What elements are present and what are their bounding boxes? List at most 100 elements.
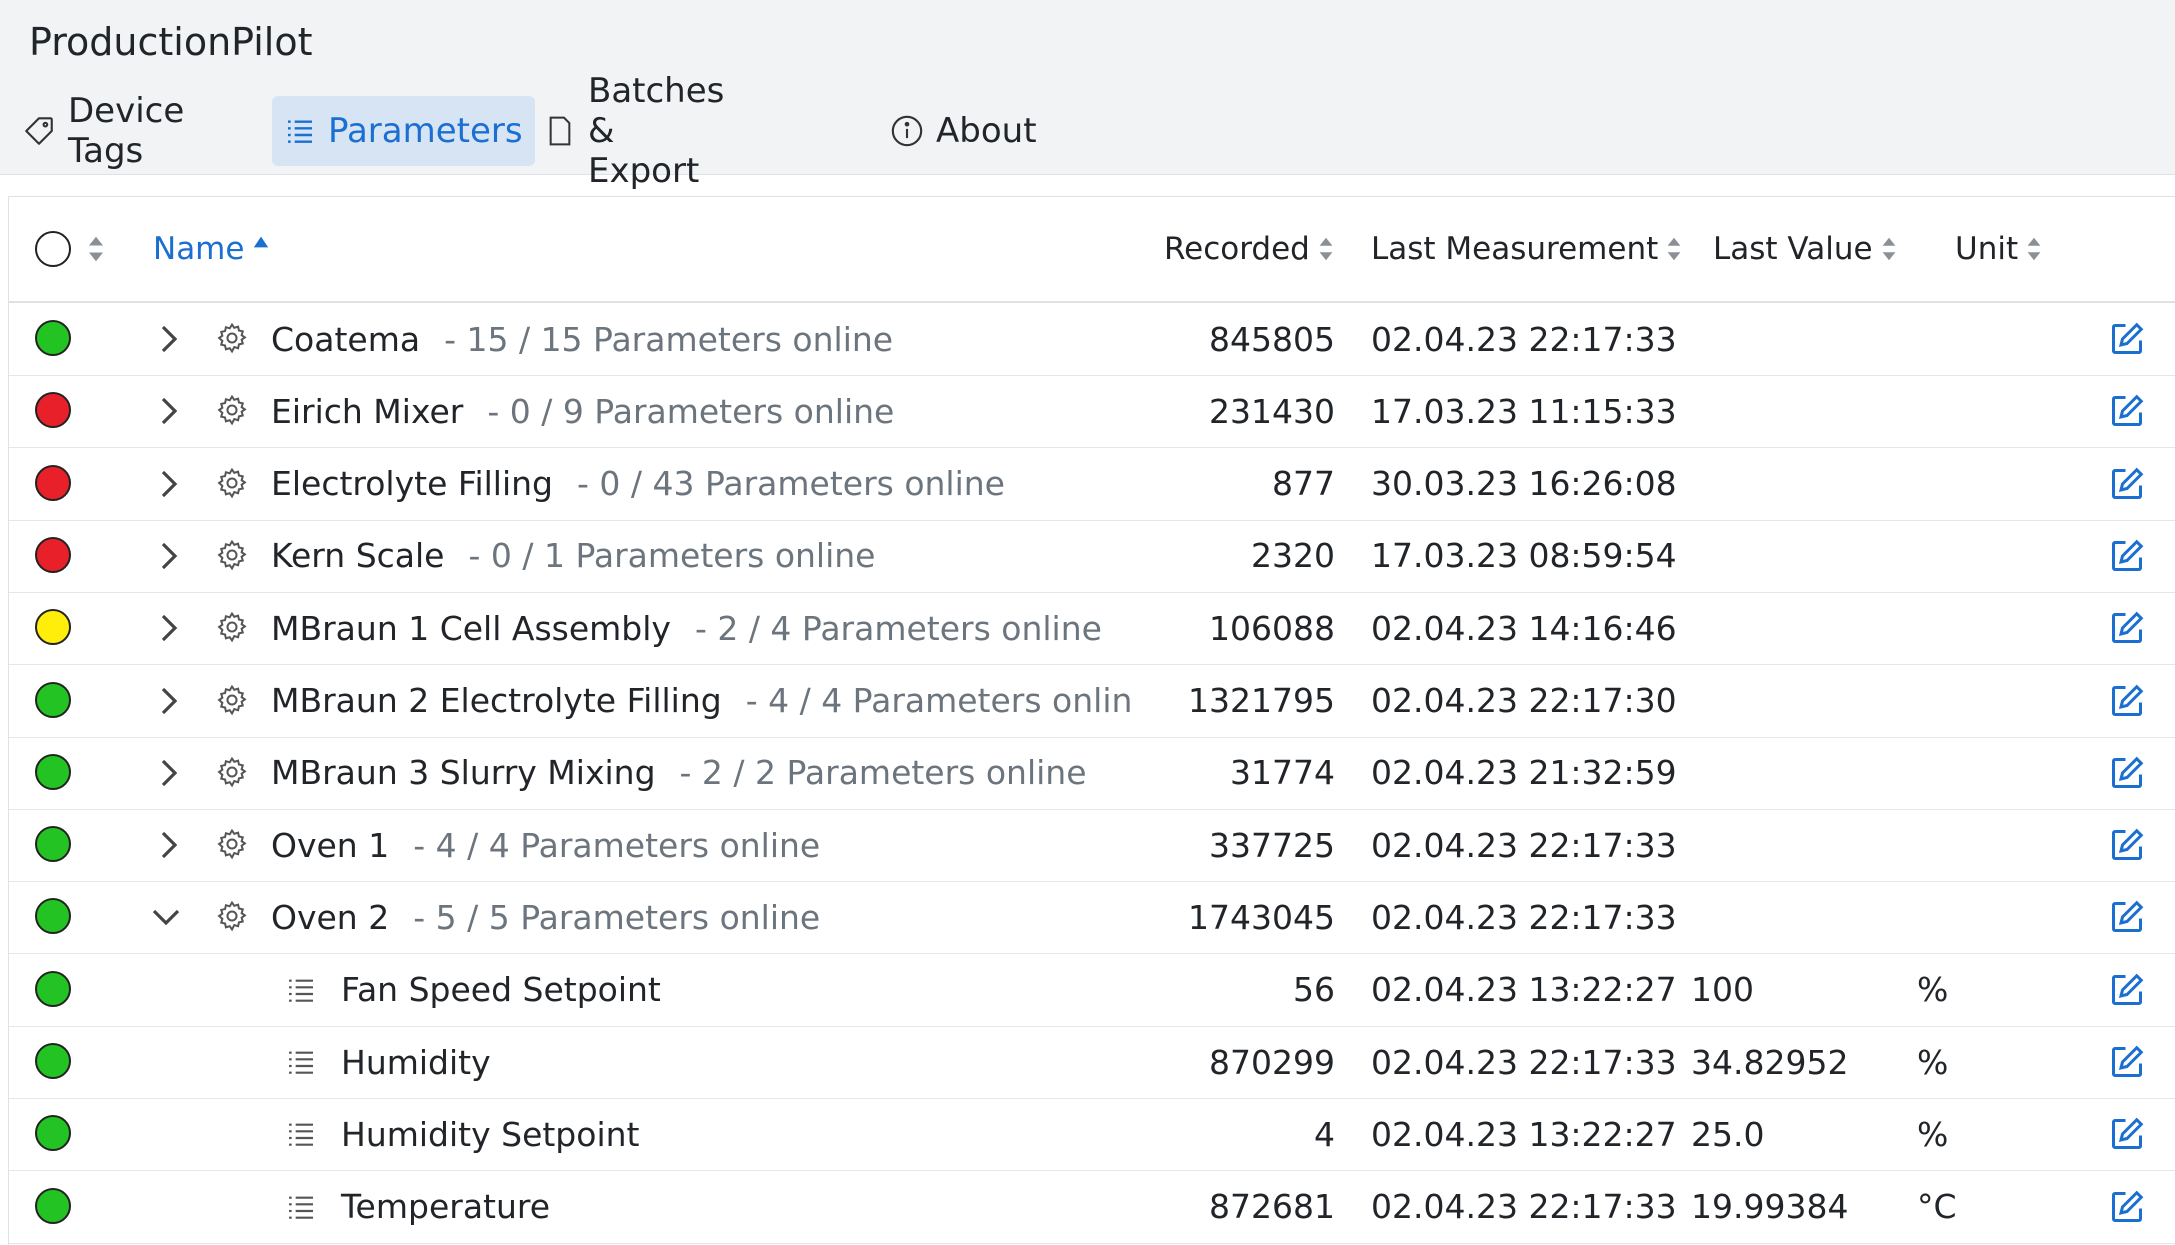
chevron-down-icon[interactable] bbox=[149, 907, 183, 927]
parameter-row[interactable]: Fan Speed Setpoint 56 02.04.23 13:22:27 100… bbox=[9, 954, 2175, 1027]
device-row[interactable]: MBraun 1 Cell Assembly - 2 / 4 Parameters… bbox=[9, 592, 2175, 666]
expand-toggle[interactable] bbox=[159, 757, 179, 793]
edit-icon[interactable] bbox=[2109, 393, 2145, 429]
gear-icon bbox=[217, 322, 247, 354]
device-row[interactable]: MBraun 2 Electrolyte Filling - 4 / 4 Para… bbox=[9, 665, 2175, 738]
recorded-cell: 1743045 bbox=[1188, 897, 1335, 937]
status-indicator bbox=[35, 1043, 71, 1079]
chevron-right-icon[interactable] bbox=[159, 395, 179, 427]
status-indicator bbox=[35, 898, 71, 935]
device-row[interactable]: Eirich Mixer - 0 / 9 Parameters online 231… bbox=[9, 375, 2175, 449]
column-header-recorded[interactable]: Recorded bbox=[1164, 197, 1334, 301]
edit-button[interactable] bbox=[2109, 610, 2145, 650]
edit-icon[interactable] bbox=[2109, 827, 2145, 863]
edit-button[interactable] bbox=[2109, 1189, 2145, 1229]
device-name: Oven 2 bbox=[271, 897, 390, 937]
last-measurement-cell: 02.04.23 22:17:33 bbox=[1371, 825, 1677, 865]
edit-button[interactable] bbox=[2109, 972, 2145, 1012]
list-icon bbox=[288, 120, 312, 143]
chevron-right-icon[interactable] bbox=[159, 757, 179, 789]
edit-icon[interactable] bbox=[2109, 1189, 2145, 1225]
edit-button[interactable] bbox=[2109, 1116, 2145, 1156]
device-row[interactable]: Kern Scale - 0 / 1 Parameters online 2320 1… bbox=[9, 520, 2175, 593]
device-name: Eirich Mixer bbox=[271, 391, 464, 431]
column-header-recorded-label: Recorded bbox=[1164, 231, 1310, 267]
status-indicator bbox=[35, 826, 71, 863]
edit-icon[interactable] bbox=[2109, 755, 2145, 791]
parameter-row[interactable]: Humidity Setpoint 4 02.04.23 13:22:27 25.0% bbox=[9, 1098, 2175, 1172]
edit-button[interactable] bbox=[2109, 827, 2145, 867]
tab-device-tags[interactable]: Device Tags bbox=[10, 91, 196, 171]
parameter-row[interactable]: Temperature 872681 02.04.23 22:17:33 19.993… bbox=[9, 1171, 2175, 1244]
edit-icon[interactable] bbox=[2109, 1116, 2145, 1152]
chevron-right-icon[interactable] bbox=[159, 685, 179, 717]
edit-icon[interactable] bbox=[2109, 1044, 2145, 1080]
device-row[interactable]: Oven 1 - 4 / 4 Parameters online 337725 02.… bbox=[9, 809, 2175, 883]
expand-toggle[interactable] bbox=[159, 685, 179, 721]
expand-toggle[interactable] bbox=[159, 540, 179, 576]
tab-parameters[interactable]: Parameters bbox=[272, 96, 535, 166]
recorded-cell: 877 bbox=[1272, 464, 1335, 504]
device-name-cell: MBraun 3 Slurry Mixing - 2 / 2 Parameters… bbox=[271, 737, 1087, 809]
tag-icon bbox=[25, 117, 53, 145]
last-measurement-cell: 02.04.23 22:17:33 bbox=[1371, 1042, 1677, 1082]
device-row[interactable]: Oven 2 - 5 / 5 Parameters online 1743045 02… bbox=[9, 881, 2175, 955]
column-header-last-measurement-label: Last Measurement bbox=[1371, 231, 1659, 267]
parameter-list-icon bbox=[289, 1051, 313, 1074]
edit-button[interactable] bbox=[2109, 755, 2145, 795]
edit-icon[interactable] bbox=[2109, 466, 2145, 502]
online-summary: - 0 / 9 Parameters online bbox=[487, 391, 895, 431]
column-header-name[interactable]: Name bbox=[153, 197, 270, 301]
status-indicator bbox=[35, 320, 71, 356]
chevron-right-icon[interactable] bbox=[159, 323, 179, 355]
edit-button[interactable] bbox=[2109, 899, 2145, 939]
info-icon bbox=[891, 115, 923, 147]
expand-toggle[interactable] bbox=[159, 323, 179, 359]
edit-button[interactable] bbox=[2109, 1044, 2145, 1084]
expand-toggle[interactable] bbox=[159, 468, 179, 504]
recorded-cell: 872681 bbox=[1209, 1187, 1335, 1227]
device-row[interactable]: MBraun 3 Slurry Mixing - 2 / 2 Parameters… bbox=[9, 737, 2175, 810]
edit-button[interactable] bbox=[2109, 538, 2145, 578]
gear-icon bbox=[217, 756, 247, 788]
device-row[interactable]: Coatema - 15 / 15 Parameters online 845805… bbox=[9, 303, 2175, 376]
online-summary: - 2 / 2 Parameters online bbox=[679, 753, 1087, 793]
tab-batches-export[interactable]: Batches & Export bbox=[532, 71, 736, 191]
edit-icon[interactable] bbox=[2109, 899, 2145, 935]
status-filter-toggle[interactable] bbox=[35, 231, 71, 267]
device-row[interactable]: Electrolyte Filling - 0 / 43 Parameters o… bbox=[9, 448, 2175, 521]
edit-icon[interactable] bbox=[2109, 683, 2145, 719]
edit-button[interactable] bbox=[2109, 321, 2145, 361]
chevron-right-icon[interactable] bbox=[159, 829, 179, 861]
edit-icon[interactable] bbox=[2109, 321, 2145, 357]
document-icon bbox=[549, 116, 571, 146]
recorded-cell: 870299 bbox=[1209, 1042, 1335, 1082]
edit-icon[interactable] bbox=[2109, 538, 2145, 574]
expand-toggle[interactable] bbox=[149, 907, 183, 931]
device-name: Electrolyte Filling bbox=[271, 464, 553, 504]
column-header-last-measurement[interactable]: Last Measurement bbox=[1371, 197, 1682, 301]
chevron-right-icon[interactable] bbox=[159, 612, 179, 644]
sort-icon bbox=[1882, 237, 1895, 261]
edit-button[interactable] bbox=[2109, 683, 2145, 723]
sort-icon[interactable] bbox=[87, 235, 105, 263]
column-header-unit[interactable]: Unit bbox=[1955, 197, 2042, 301]
parameter-name-cell: Fan Speed Setpoint bbox=[341, 954, 661, 1026]
parameter-row[interactable]: Humidity 870299 02.04.23 22:17:33 34.82952% bbox=[9, 1026, 2175, 1099]
gear-icon bbox=[217, 395, 247, 426]
status-indicator bbox=[35, 464, 71, 501]
expand-toggle[interactable] bbox=[159, 395, 179, 431]
chevron-right-icon[interactable] bbox=[159, 540, 179, 572]
tab-about[interactable]: About bbox=[878, 96, 1049, 166]
edit-button[interactable] bbox=[2109, 393, 2145, 433]
expand-toggle[interactable] bbox=[159, 612, 179, 648]
edit-button[interactable] bbox=[2109, 466, 2145, 506]
expand-toggle[interactable] bbox=[159, 829, 179, 865]
device-icon bbox=[215, 683, 249, 721]
last-measurement-cell: 17.03.23 08:59:54 bbox=[1371, 536, 1677, 576]
chevron-right-icon[interactable] bbox=[159, 468, 179, 500]
edit-icon[interactable] bbox=[2109, 972, 2145, 1008]
edit-icon[interactable] bbox=[2109, 610, 2145, 646]
device-name-cell: MBraun 1 Cell Assembly - 2 / 4 Parameters… bbox=[271, 592, 1102, 664]
column-header-last-value[interactable]: Last Value bbox=[1713, 197, 1897, 301]
